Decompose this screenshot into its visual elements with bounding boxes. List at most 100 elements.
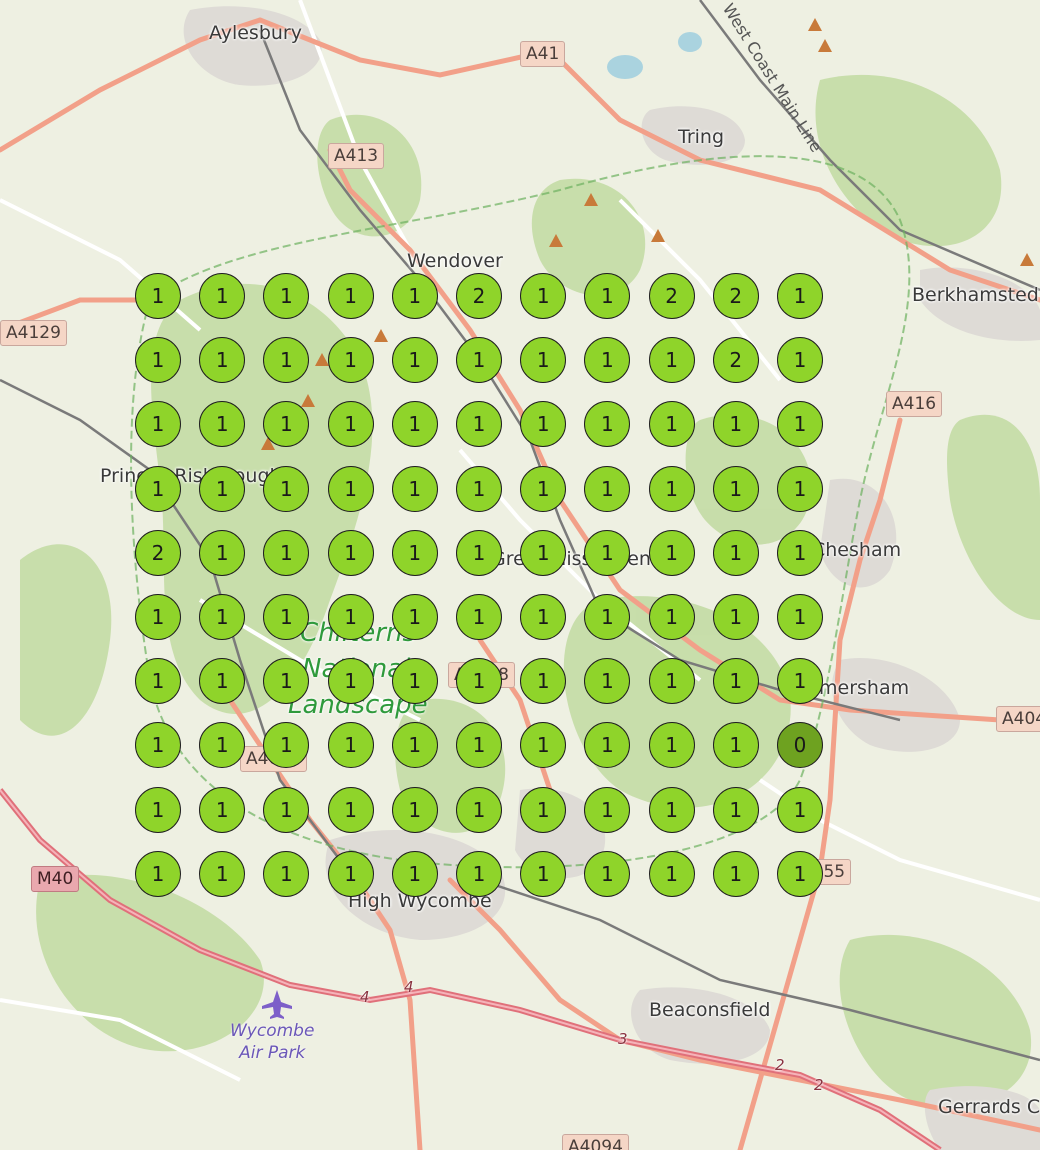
cluster-marker[interactable]: 1 — [327, 273, 374, 319]
cluster-marker[interactable]: 2 — [712, 337, 759, 384]
cluster-marker[interactable]: 1 — [712, 529, 759, 576]
cluster-marker[interactable]: 2 — [456, 273, 502, 319]
cluster-marker[interactable]: 1 — [777, 594, 823, 640]
place-gerrards-cross: Gerrards Cross — [938, 1096, 1040, 1118]
airport-label-line1: Wycombe — [230, 1021, 315, 1041]
cluster-marker[interactable]: 1 — [648, 722, 695, 769]
cluster-marker[interactable]: 2 — [648, 273, 695, 319]
cluster-marker[interactable]: 1 — [135, 465, 181, 512]
place-chesham: Chesham — [812, 539, 902, 561]
cluster-marker[interactable]: 1 — [584, 786, 631, 833]
cluster-marker[interactable]: 1 — [263, 465, 310, 512]
cluster-marker[interactable]: 2 — [712, 273, 759, 319]
cluster-marker[interactable]: 1 — [135, 850, 181, 897]
cluster-marker[interactable]: 1 — [648, 594, 695, 640]
cluster-marker[interactable]: 1 — [777, 337, 823, 384]
cluster-marker[interactable]: 1 — [712, 722, 759, 769]
cluster-marker[interactable]: 1 — [135, 594, 181, 640]
place-wendover: Wendover — [407, 250, 503, 272]
cluster-marker[interactable]: 1 — [263, 786, 310, 833]
place-tring: Tring — [678, 126, 725, 148]
cluster-marker[interactable]: 1 — [456, 465, 502, 512]
cluster-marker[interactable]: 1 — [263, 850, 310, 897]
cluster-marker[interactable]: 1 — [712, 658, 759, 705]
cluster-marker[interactable]: 1 — [520, 529, 567, 576]
cluster-marker[interactable]: 1 — [456, 337, 502, 384]
cluster-marker[interactable]: 1 — [520, 786, 567, 833]
cluster-marker[interactable]: 1 — [520, 594, 567, 640]
cluster-marker[interactable]: 1 — [391, 465, 438, 512]
cluster-marker[interactable]: 1 — [777, 273, 823, 319]
cluster-marker[interactable]: 1 — [391, 401, 438, 448]
cluster-marker[interactable]: 1 — [648, 401, 695, 448]
cluster-marker[interactable]: 1 — [199, 594, 246, 640]
cluster-marker[interactable]: 1 — [263, 529, 310, 576]
cluster-marker[interactable]: 1 — [135, 658, 181, 705]
cluster-marker[interactable]: 1 — [327, 337, 374, 384]
cluster-marker[interactable]: 1 — [777, 786, 823, 833]
cluster-marker[interactable]: 1 — [391, 786, 438, 833]
cluster-marker[interactable]: 1 — [456, 529, 502, 576]
cluster-marker[interactable]: 1 — [712, 401, 759, 448]
road-shield-a413: A413 — [328, 143, 385, 169]
cluster-marker[interactable]: 1 — [456, 658, 502, 705]
cluster-marker[interactable]: 1 — [456, 786, 502, 833]
cluster-marker[interactable]: 1 — [648, 465, 695, 512]
airport-label: Wycombe Air Park — [230, 1020, 314, 1064]
cluster-marker[interactable]: 1 — [199, 465, 246, 512]
cluster-marker[interactable]: 1 — [777, 465, 823, 512]
cluster-marker[interactable]: 1 — [327, 401, 374, 448]
cluster-marker[interactable]: 1 — [327, 850, 374, 897]
cluster-marker[interactable]: 1 — [520, 850, 567, 897]
cluster-marker[interactable]: 1 — [777, 529, 823, 576]
cluster-marker[interactable]: 1 — [391, 850, 438, 897]
cluster-marker[interactable]: 2 — [135, 529, 181, 576]
cluster-marker[interactable]: 1 — [584, 465, 631, 512]
cluster-marker[interactable]: 1 — [199, 273, 246, 319]
cluster-marker[interactable]: 1 — [199, 529, 246, 576]
cluster-marker[interactable]: 1 — [391, 722, 438, 769]
cluster-marker[interactable]: 1 — [777, 850, 823, 897]
cluster-marker[interactable]: 1 — [199, 786, 246, 833]
cluster-marker[interactable]: 1 — [199, 850, 246, 897]
cluster-marker[interactable]: 1 — [520, 273, 567, 319]
cluster-marker[interactable]: 1 — [391, 529, 438, 576]
cluster-marker[interactable]: 1 — [584, 529, 631, 576]
cluster-marker[interactable]: 1 — [327, 658, 374, 705]
cluster-marker[interactable]: 1 — [391, 594, 438, 640]
cluster-marker[interactable]: 1 — [712, 786, 759, 833]
cluster-marker[interactable]: 1 — [391, 273, 438, 319]
cluster-marker[interactable]: 1 — [712, 594, 759, 640]
cluster-marker[interactable]: 1 — [456, 850, 502, 897]
cluster-marker[interactable]: 1 — [648, 786, 695, 833]
cluster-marker[interactable]: 1 — [456, 594, 502, 640]
cluster-marker[interactable]: 1 — [327, 722, 374, 769]
airport-label-line2: Air Park — [239, 1043, 306, 1064]
cluster-marker[interactable]: 1 — [391, 658, 438, 705]
cluster-marker[interactable]: 1 — [712, 850, 759, 897]
cluster-marker[interactable]: 1 — [584, 850, 631, 897]
cluster-marker[interactable]: 1 — [135, 786, 181, 833]
cluster-marker[interactable]: 1 — [327, 594, 374, 640]
cluster-marker[interactable]: 1 — [648, 529, 695, 576]
road-shield-a4094: A4094 — [562, 1134, 629, 1150]
cluster-marker[interactable]: 1 — [327, 529, 374, 576]
road-shield-a416: A416 — [886, 391, 943, 417]
cluster-marker[interactable]: 1 — [327, 465, 374, 512]
cluster-marker[interactable]: 1 — [135, 337, 181, 384]
cluster-marker[interactable]: 1 — [712, 465, 759, 512]
junction-2-north: 2 — [775, 1056, 785, 1074]
cluster-marker[interactable]: 1 — [648, 850, 695, 897]
cluster-marker[interactable]: 1 — [327, 786, 374, 833]
cluster-marker[interactable]: 1 — [648, 337, 695, 384]
junction-3: 3 — [618, 1030, 628, 1048]
road-shield-a4129: A4129 — [0, 320, 67, 346]
cluster-marker[interactable]: 1 — [135, 273, 181, 319]
map-view[interactable]: Aylesbury Tring Wendover Berkhamsted Pri… — [0, 0, 1040, 1150]
cluster-marker[interactable]: 1 — [520, 465, 567, 512]
road-shield-m40: M40 — [31, 866, 80, 892]
cluster-marker[interactable]: 1 — [648, 658, 695, 705]
road-shield-a41: A41 — [520, 41, 566, 67]
cluster-marker[interactable]: 1 — [777, 658, 823, 705]
cluster-marker[interactable]: 1 — [391, 337, 438, 384]
